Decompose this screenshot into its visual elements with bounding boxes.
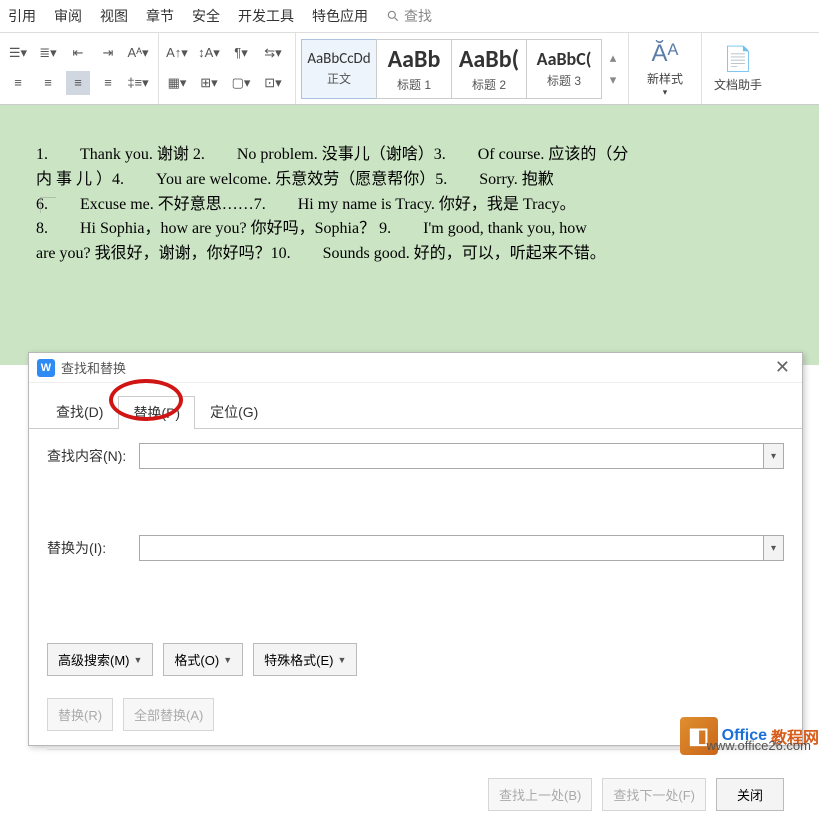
chevron-down-icon: ▾ bbox=[771, 543, 776, 554]
menu-item-security[interactable]: 安全 bbox=[192, 6, 220, 26]
doc-assistant-button[interactable]: 📄 文档助手 bbox=[708, 45, 768, 93]
style-heading3[interactable]: AaBbC( 标题 3 bbox=[526, 39, 602, 99]
watermark-url: www.office26.com bbox=[706, 738, 811, 753]
doc-line: 8. Hi Sophia，how are you? 你好吗，Sophia？ 9.… bbox=[36, 217, 783, 242]
chevron-down-icon: ▼ bbox=[337, 655, 346, 665]
chevron-down-icon: ▾ bbox=[771, 451, 776, 462]
style-preview: AaBb bbox=[388, 45, 441, 74]
styles-group: AaBbCcDd 正文 AaBb 标题 1 AaBb( 标题 2 AaBbC( … bbox=[296, 33, 629, 104]
find-what-label: 查找内容(N): bbox=[47, 446, 139, 466]
style-heading2[interactable]: AaBb( 标题 2 bbox=[451, 39, 527, 99]
align-center-icon[interactable]: ≡ bbox=[36, 71, 60, 95]
assistant-group: 📄 文档助手 bbox=[702, 33, 774, 104]
ribbon: ☰▾ ≣▾ ⇤ ⇥ Aᴬ▾ ≡ ≡ ≡ ≡ ‡≡▾ A↑▾ ↕A▾ ¶▾ ⇆▾ … bbox=[0, 33, 819, 105]
doc-assistant-label: 文档助手 bbox=[714, 76, 762, 93]
doc-line: 1. Thank you. 谢谢 2. No problem. 没事儿（谢啥）3… bbox=[36, 143, 783, 168]
find-replace-dialog: W 查找和替换 ✕ 查找(D) 替换(P) 定位(G) 查找内容(N): ▾ 替… bbox=[28, 352, 803, 746]
style-name: 正文 bbox=[327, 70, 351, 87]
menu-bar: 引用 审阅 视图 章节 安全 开发工具 特色应用 查找 bbox=[0, 0, 819, 33]
tab-find[interactable]: 查找(D) bbox=[41, 395, 118, 428]
document-text[interactable]: 1. Thank you. 谢谢 2. No problem. 没事儿（谢啥）3… bbox=[36, 125, 783, 267]
replace-history-dropdown[interactable]: ▾ bbox=[764, 535, 784, 561]
style-preview: AaBbC( bbox=[537, 48, 592, 70]
shading-icon[interactable]: ▦▾ bbox=[165, 71, 189, 95]
menu-item-view[interactable]: 视图 bbox=[100, 6, 128, 26]
style-name: 标题 2 bbox=[472, 76, 506, 93]
line-spacing-icon[interactable]: ‡≡▾ bbox=[126, 71, 150, 95]
dialog-bottom-row: 查找上一处(B) 查找下一处(F) 关闭 bbox=[29, 764, 802, 825]
new-style-icon: Ăᴬ bbox=[652, 40, 679, 68]
search-icon bbox=[386, 9, 400, 23]
align-left-icon[interactable]: ≡ bbox=[6, 71, 30, 95]
paragraph-icon[interactable]: ⊡▾ bbox=[261, 71, 285, 95]
style-preview: AaBbCcDd bbox=[307, 50, 370, 68]
dialog-titlebar[interactable]: W 查找和替换 ✕ bbox=[29, 353, 802, 383]
format-label: 格式(O) bbox=[174, 650, 219, 669]
toggle-marks-icon[interactable]: ¶▾ bbox=[229, 41, 253, 65]
style-normal[interactable]: AaBbCcDd 正文 bbox=[301, 39, 377, 99]
advanced-label: 高级搜索(M) bbox=[58, 650, 130, 669]
sort-icon[interactable]: ↕A▾ bbox=[197, 41, 221, 65]
find-history-dropdown[interactable]: ▾ bbox=[764, 443, 784, 469]
border-icon[interactable]: ⊞▾ bbox=[197, 71, 221, 95]
doc-assistant-icon: 📄 bbox=[723, 45, 753, 74]
replace-button: 替换(R) bbox=[47, 698, 113, 731]
fill-color-icon[interactable]: ▢▾ bbox=[229, 71, 253, 95]
style-name: 标题 3 bbox=[547, 72, 581, 89]
dialog-divider bbox=[47, 749, 784, 750]
align-distribute-icon[interactable]: ≡ bbox=[96, 71, 120, 95]
page-corner-mark bbox=[40, 197, 56, 213]
tab-replace[interactable]: 替换(P) bbox=[118, 396, 195, 429]
find-prev-button: 查找上一处(B) bbox=[488, 778, 592, 811]
ribbon-list-group: ☰▾ ≣▾ ⇤ ⇥ Aᴬ▾ ≡ ≡ ≡ ≡ ‡≡▾ bbox=[0, 33, 159, 104]
style-heading1[interactable]: AaBb 标题 1 bbox=[376, 39, 452, 99]
font-grow-icon[interactable]: A↑▾ bbox=[165, 41, 189, 65]
ribbon-para-group: A↑▾ ↕A▾ ¶▾ ⇆▾ ▦▾ ⊞▾ ▢▾ ⊡▾ bbox=[159, 33, 296, 104]
chevron-down-icon: ▼ bbox=[134, 655, 143, 665]
doc-line: 内 事 儿 ）4. You are welcome. 乐意效劳（愿意帮你）5. … bbox=[36, 168, 783, 193]
replace-all-button: 全部替换(A) bbox=[123, 698, 214, 731]
styles-expand[interactable]: ▴ ▾ bbox=[604, 50, 622, 88]
doc-line: 6. Excuse me. 不好意思……7. Hi my name is Tra… bbox=[36, 193, 783, 218]
format-button[interactable]: 格式(O) ▼ bbox=[163, 643, 243, 676]
bullet-list-icon[interactable]: ☰▾ bbox=[6, 41, 30, 65]
new-style-group: Ăᴬ 新样式▾ bbox=[629, 33, 702, 104]
special-format-button[interactable]: 特殊格式(E) ▼ bbox=[253, 643, 357, 676]
menu-item-reference[interactable]: 引用 bbox=[8, 6, 36, 26]
chevron-up-icon: ▴ bbox=[610, 50, 617, 66]
document-area[interactable]: 1. Thank you. 谢谢 2. No problem. 没事儿（谢啥）3… bbox=[0, 105, 819, 365]
special-label: 特殊格式(E) bbox=[264, 650, 333, 669]
dialog-tabs: 查找(D) 替换(P) 定位(G) bbox=[29, 383, 802, 429]
new-style-label: 新样式 bbox=[647, 70, 683, 87]
new-style-button[interactable]: Ăᴬ 新样式▾ bbox=[635, 40, 695, 98]
style-name: 标题 1 bbox=[397, 76, 431, 93]
tab-goto[interactable]: 定位(G) bbox=[195, 395, 273, 428]
menu-item-review[interactable]: 审阅 bbox=[54, 6, 82, 26]
replace-with-input[interactable] bbox=[139, 535, 764, 561]
style-preview: AaBb( bbox=[459, 45, 519, 74]
dialog-title: 查找和替换 bbox=[61, 358, 771, 377]
numbered-list-icon[interactable]: ≣▾ bbox=[36, 41, 60, 65]
replace-with-label: 替换为(I): bbox=[47, 538, 139, 558]
superscript-icon[interactable]: Aᴬ▾ bbox=[126, 41, 150, 65]
menu-search[interactable]: 查找 bbox=[386, 6, 432, 26]
menu-item-chapter[interactable]: 章节 bbox=[146, 6, 174, 26]
dialog-body: 查找内容(N): ▾ 替换为(I): ▾ 高级搜索(M) ▼ 格式(O) ▼ 特殊格… bbox=[29, 429, 802, 764]
indent-increase-icon[interactable]: ⇥ bbox=[96, 41, 120, 65]
chevron-down-icon: ▼ bbox=[223, 655, 232, 665]
find-what-input[interactable] bbox=[139, 443, 764, 469]
menu-item-special[interactable]: 特色应用 bbox=[312, 6, 368, 26]
wps-logo-icon: W bbox=[37, 359, 55, 377]
indent-decrease-icon[interactable]: ⇤ bbox=[66, 41, 90, 65]
align-justify-icon[interactable]: ≡ bbox=[66, 71, 90, 95]
close-dialog-button[interactable]: 关闭 bbox=[716, 778, 784, 811]
tab-icon[interactable]: ⇆▾ bbox=[261, 41, 285, 65]
chevron-down-icon: ▾ bbox=[610, 72, 617, 88]
advanced-search-button[interactable]: 高级搜索(M) ▼ bbox=[47, 643, 153, 676]
find-next-button: 查找下一处(F) bbox=[602, 778, 706, 811]
close-button[interactable]: ✕ bbox=[771, 357, 794, 378]
menu-item-devtools[interactable]: 开发工具 bbox=[238, 6, 294, 26]
menu-search-label: 查找 bbox=[404, 6, 432, 26]
doc-line: are you? 我很好，谢谢，你好吗？10. Sounds good. 好的，… bbox=[36, 242, 783, 267]
